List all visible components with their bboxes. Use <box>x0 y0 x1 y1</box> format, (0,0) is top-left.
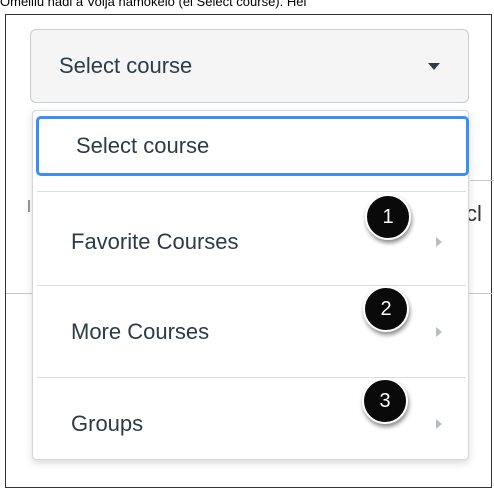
caret-down-icon <box>428 62 440 70</box>
menu-item-label: Favorite Courses <box>71 229 239 254</box>
page-caption: Omeiliu nadi a Voija namokelo (ei Select… <box>0 0 307 9</box>
chevron-right-icon <box>436 419 442 429</box>
background-edge-mark <box>28 200 30 212</box>
step-badge-3: 3 <box>362 378 408 424</box>
course-select[interactable]: Select course <box>30 29 469 103</box>
step-badge-2: 2 <box>363 286 409 332</box>
menu-divider <box>37 191 466 192</box>
background-divider-right <box>470 180 494 181</box>
course-search-input[interactable]: Select course <box>36 116 469 176</box>
chevron-right-icon <box>436 327 442 337</box>
chevron-right-icon <box>436 237 442 247</box>
course-select-value: Select course <box>59 53 193 78</box>
step-badge-1: 1 <box>365 194 411 240</box>
menu-item-label: More Courses <box>71 319 210 344</box>
course-search-value: Select course <box>76 133 210 158</box>
menu-item-label: Groups <box>71 411 144 436</box>
